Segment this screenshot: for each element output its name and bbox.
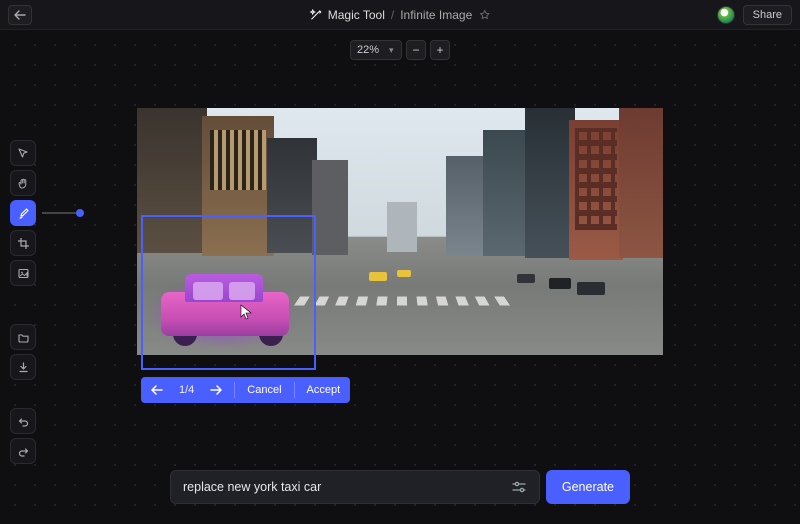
tool-crop[interactable] [10, 230, 36, 256]
tool-folder[interactable] [10, 324, 36, 350]
generated-preview [151, 264, 301, 354]
breadcrumb-separator: / [391, 8, 394, 22]
tool-brush[interactable] [10, 200, 36, 226]
generate-button[interactable]: Generate [546, 470, 630, 504]
settings-icon[interactable] [507, 480, 531, 494]
cancel-button[interactable]: Cancel [239, 377, 289, 403]
top-header: Magic Tool / Infinite Image Share [0, 0, 800, 30]
arrow-right-icon [210, 385, 222, 395]
chevron-down-icon: ▾ [389, 45, 394, 56]
prompt-input-wrap [170, 470, 540, 504]
left-toolbar [10, 140, 36, 464]
zoom-in-button[interactable]: + [430, 40, 450, 60]
download-icon [17, 361, 30, 374]
redo-icon [17, 445, 30, 458]
brush-icon [17, 207, 30, 220]
variation-counter: 1/4 [173, 384, 200, 396]
prompt-bar: Generate [170, 470, 630, 504]
selection-box[interactable] [141, 215, 316, 370]
zoom-value: 22% [357, 44, 379, 56]
undo-icon [17, 415, 30, 428]
tool-undo[interactable] [10, 408, 36, 434]
variation-bar: 1/4 Cancel Accept [141, 377, 350, 403]
zoom-select[interactable]: 22% ▾ [350, 40, 402, 60]
wand-icon [310, 9, 322, 21]
back-button[interactable] [8, 5, 32, 25]
zoom-controls: 22% ▾ − + [350, 40, 450, 60]
prompt-input[interactable] [183, 480, 507, 494]
avatar[interactable] [717, 6, 735, 24]
tool-select[interactable] [10, 140, 36, 166]
star-icon[interactable] [478, 9, 490, 21]
tool-redo[interactable] [10, 438, 36, 464]
document-name[interactable]: Infinite Image [400, 8, 472, 22]
app-name: Magic Tool [328, 8, 385, 22]
crop-icon [17, 237, 30, 250]
cursor-icon [240, 304, 254, 320]
folder-icon [17, 331, 30, 344]
tool-image[interactable] [10, 260, 36, 286]
brush-size-slider[interactable] [42, 212, 82, 214]
slider-handle[interactable] [76, 209, 84, 217]
share-button[interactable]: Share [743, 5, 792, 25]
image-icon [17, 267, 30, 280]
prev-variation-button[interactable] [143, 377, 171, 403]
arrow-left-icon [151, 385, 163, 395]
tool-hand[interactable] [10, 170, 36, 196]
tool-download[interactable] [10, 354, 36, 380]
breadcrumb: Magic Tool / Infinite Image [310, 8, 491, 22]
arrow-left-icon [14, 10, 26, 20]
accept-button[interactable]: Accept [299, 377, 349, 403]
zoom-out-button[interactable]: − [406, 40, 426, 60]
hand-icon [17, 177, 30, 190]
cursor-icon [17, 147, 30, 160]
next-variation-button[interactable] [202, 377, 230, 403]
